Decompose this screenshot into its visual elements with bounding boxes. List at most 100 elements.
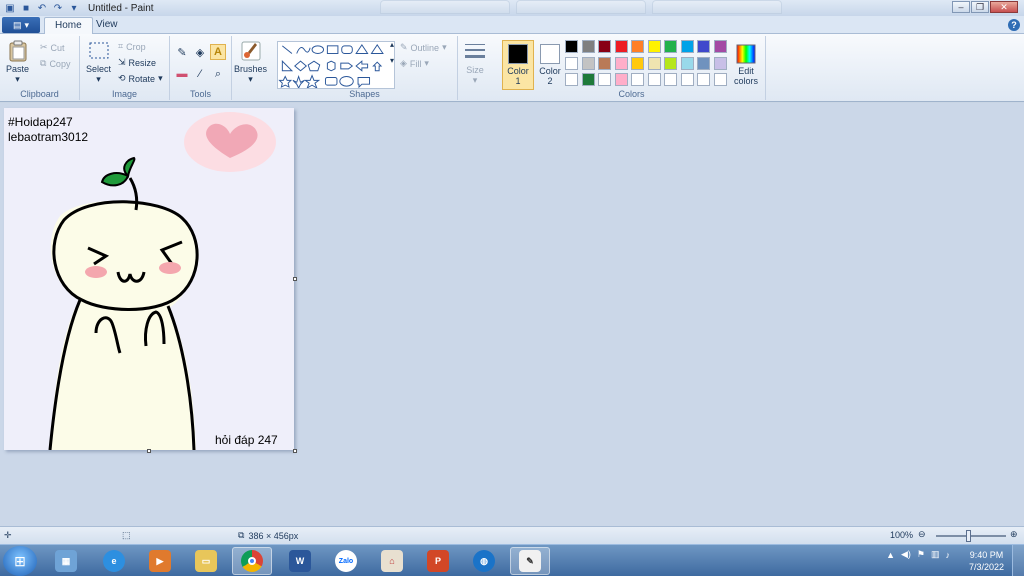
resize-handle-bottom[interactable] [147, 449, 151, 453]
brushes-button[interactable]: Brushes ▾ [234, 40, 267, 85]
palette-swatch[interactable] [565, 40, 578, 53]
palette-swatch[interactable] [664, 40, 677, 53]
show-hidden-icons[interactable]: ▲ [886, 550, 895, 560]
eraser-icon[interactable]: ▬ [174, 66, 190, 82]
minimize-button[interactable]: – [952, 1, 970, 13]
redo-icon[interactable]: ↷ [52, 2, 64, 14]
palette-swatch[interactable] [647, 73, 661, 86]
palette-swatch[interactable] [614, 73, 628, 86]
palette-swatch[interactable] [680, 40, 694, 53]
color1-selector[interactable]: Color 1 [502, 40, 534, 90]
network-tray-icon[interactable]: ▥ [931, 549, 940, 560]
fill-button[interactable]: ◈ Fill ▾ [400, 58, 429, 69]
resize-handle-corner[interactable] [293, 449, 297, 453]
pencil-icon[interactable]: ✎ [174, 44, 190, 60]
color2-selector[interactable]: Color 2 [534, 40, 566, 90]
taskbar-paint[interactable]: ✎ [510, 547, 550, 575]
quick-access-toolbar: ▣ ■ ↶ ↷ ▾ [0, 2, 80, 14]
undo-icon[interactable]: ↶ [36, 2, 48, 14]
status-bar: ✛ ⬚ ⧉ 386 × 456px 100% ⊖ ⊕ [0, 526, 1024, 544]
edit-colors-button[interactable]: Edit colors [730, 40, 762, 90]
palette-swatch[interactable] [680, 56, 694, 70]
palette-swatch[interactable] [631, 56, 644, 70]
palette-swatch[interactable] [647, 56, 661, 70]
start-button[interactable]: ⊞ [3, 546, 37, 576]
tab-view[interactable]: View [86, 17, 128, 35]
color1-swatch [508, 44, 528, 64]
shapes-scroll[interactable]: ▴ [390, 40, 394, 49]
palette-swatch[interactable] [697, 73, 710, 86]
show-desktop-button[interactable] [1012, 545, 1024, 576]
taskbar-internet-explorer[interactable]: e [94, 547, 134, 575]
speaker-icon[interactable]: ♪ [946, 550, 951, 560]
close-button[interactable]: ✕ [990, 1, 1018, 13]
palette-swatch[interactable] [614, 40, 628, 53]
chevron-down-icon: ▾ [15, 74, 20, 84]
outline-button[interactable]: ✎ Outline ▾ [400, 42, 447, 53]
resize-button[interactable]: ⇲ Resize [118, 57, 156, 68]
resize-handle-right[interactable] [293, 277, 297, 281]
taskbar-word[interactable]: W [280, 547, 320, 575]
zoom-out-button[interactable]: ⊖ [918, 529, 926, 540]
palette-swatch[interactable] [581, 73, 595, 86]
palette-swatch[interactable] [647, 40, 661, 53]
palette-swatch[interactable] [713, 73, 727, 86]
palette-swatch[interactable] [565, 73, 578, 86]
volume-icon[interactable]: ◀) [901, 549, 911, 560]
paste-button[interactable]: Paste ▾ [6, 40, 29, 85]
size-button[interactable]: Size ▾ [464, 41, 486, 86]
zoom-slider-thumb[interactable] [966, 530, 971, 542]
text-tool-icon[interactable]: A [210, 44, 226, 60]
drawing-canvas[interactable]: #Hoidap247 lebaotram3012 hỏi đáp 247 [4, 108, 294, 450]
color1-number: 1 [515, 76, 521, 86]
fill-bucket-icon[interactable]: ◈ [192, 44, 208, 60]
palette-swatch[interactable] [565, 56, 578, 70]
crop-button[interactable]: ⌗ Crop [118, 41, 146, 52]
palette-swatch[interactable] [697, 40, 710, 53]
shapes-gallery[interactable] [277, 41, 395, 89]
palette-swatch[interactable] [598, 40, 611, 53]
help-icon[interactable]: ? [1008, 19, 1020, 31]
cut-button[interactable]: ✂ Cut [40, 42, 65, 53]
color-picker-icon[interactable]: ⁄ [192, 66, 208, 82]
flag-icon[interactable]: ⚑ [917, 549, 925, 560]
palette-swatch[interactable] [713, 40, 727, 53]
palette-swatch[interactable] [598, 73, 611, 86]
shapes-scroll-down[interactable]: ▾ [390, 56, 394, 65]
zoom-slider[interactable] [936, 535, 1006, 537]
copy-button[interactable]: ⧉ Copy [40, 58, 70, 69]
canvas-workspace[interactable]: #Hoidap247 lebaotram3012 hỏi đáp 247 [0, 103, 1024, 526]
taskbar-media-player[interactable]: ▶ [140, 547, 180, 575]
palette-swatch[interactable] [581, 56, 595, 70]
clock[interactable]: 9:40 PM 7/3/2022 [969, 549, 1004, 573]
zoom-in-button[interactable]: ⊕ [1010, 529, 1018, 540]
magnifier-icon[interactable]: ⌕ [210, 66, 226, 82]
palette-swatch[interactable] [614, 56, 628, 70]
palette-swatch[interactable] [631, 40, 644, 53]
palette-swatch[interactable] [631, 73, 644, 86]
sprout-leaf-right [123, 156, 136, 179]
group-size: Size ▾ [458, 36, 498, 100]
palette-swatch[interactable] [697, 56, 710, 70]
restore-button[interactable]: ❐ [971, 1, 989, 13]
save-icon[interactable]: ■ [20, 2, 32, 14]
palette-swatch[interactable] [713, 56, 727, 70]
taskbar-powerpoint[interactable]: P [418, 547, 458, 575]
customize-qat-icon[interactable]: ▾ [68, 2, 80, 14]
taskbar-zalo[interactable]: Zalo [326, 547, 366, 575]
taskbar-network-tool[interactable]: ⌂ [372, 547, 412, 575]
taskbar-browser[interactable]: ◍ [464, 547, 504, 575]
paint-menu-button[interactable]: ▤ ▾ [2, 17, 40, 33]
palette-swatch[interactable] [581, 40, 595, 53]
taskbar-chrome[interactable] [232, 547, 272, 575]
taskbar-explorer[interactable]: ▭ [186, 547, 226, 575]
select-button[interactable]: Select ▾ [86, 40, 111, 85]
color2-swatch [540, 44, 560, 64]
palette-swatch[interactable] [680, 73, 694, 86]
palette-swatch[interactable] [598, 56, 611, 70]
rotate-button[interactable]: ⟲ Rotate ▾ [118, 73, 163, 84]
palette-swatch[interactable] [664, 56, 677, 70]
taskbar-calculator[interactable]: ▦ [46, 547, 86, 575]
palette-swatch[interactable] [664, 73, 677, 86]
paint-app-icon[interactable]: ▣ [4, 2, 16, 14]
